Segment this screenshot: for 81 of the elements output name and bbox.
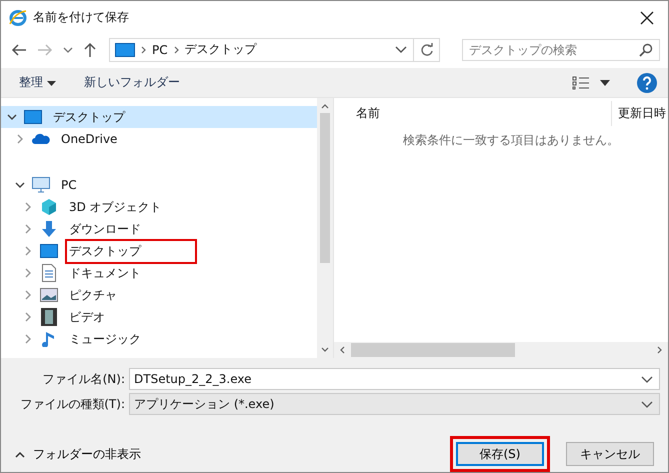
column-header[interactable]: 更新日時 [611, 100, 668, 126]
cloud-icon [32, 133, 50, 146]
dialog-button[interactable]: 保存(S) [456, 442, 544, 466]
tree-item[interactable]: デスクトップ [1, 240, 317, 262]
close-icon[interactable] [640, 10, 654, 25]
search-field[interactable]: デスクトップの検索 [462, 38, 660, 61]
vertical-scrollbar[interactable] [317, 98, 333, 358]
chevron-right-icon[interactable] [23, 312, 33, 322]
cube-icon [40, 198, 58, 216]
scroll-left-icon[interactable] [340, 346, 345, 354]
back-arrow-icon[interactable] [11, 42, 27, 57]
refresh-icon[interactable] [420, 42, 434, 57]
tree-item[interactable]: ダウンロード [1, 218, 317, 240]
horizontal-scrollbar[interactable] [334, 342, 668, 358]
document-icon [42, 264, 56, 282]
field-label: ファイル名(N): [42, 370, 125, 388]
down-arrow-icon [41, 220, 57, 238]
tree-item[interactable]: ピクチャ [1, 284, 317, 306]
tree-item-label: ビデオ [68, 308, 106, 326]
field-label: ファイルの種類(T): [19, 396, 125, 412]
tree-item-label: ダウンロード [68, 220, 142, 238]
tree-item-label: 3D オブジェクト [68, 198, 163, 216]
hide-folders-button[interactable]: フォルダーの非表示 [9, 442, 147, 466]
caret-icon [46, 81, 56, 86]
monitor-icon [115, 42, 135, 57]
chevron-right-icon[interactable] [23, 202, 33, 212]
dialog-button[interactable]: キャンセル [566, 442, 654, 466]
chevron-right-icon[interactable] [15, 134, 25, 144]
picture-icon [40, 288, 58, 302]
address-bar[interactable]: PC デスクトップ [109, 38, 440, 62]
breadcrumb-item[interactable]: デスクトップ [184, 41, 257, 58]
chevron-right-icon[interactable] [23, 334, 33, 344]
tree-item[interactable]: デスクトップ [1, 106, 317, 128]
search-icon [639, 42, 653, 57]
breadcrumb-item[interactable]: PC [152, 42, 168, 57]
chevron-down-icon[interactable] [15, 180, 25, 190]
tree-item[interactable]: ドキュメント [1, 262, 317, 284]
empty-message: 検索条件に一致する項目はありません。 [402, 132, 620, 150]
tree-item-label: デスクトップ [52, 108, 126, 126]
chevron-right-icon[interactable] [23, 246, 33, 256]
computer-icon [32, 177, 50, 194]
tree-item-label: ミュージック [68, 330, 142, 348]
chevron-down-icon[interactable] [641, 376, 653, 382]
chevron-down-icon[interactable] [7, 112, 17, 122]
tree-item[interactable]: PC [1, 174, 317, 196]
chevron-up-icon [15, 450, 25, 458]
scroll-up-icon[interactable] [321, 104, 329, 110]
filename-combo-box[interactable]: DTSetup_2_2_3.exe [129, 368, 660, 390]
tree-item[interactable]: OneDrive [1, 128, 317, 150]
chevron-down-icon [641, 400, 653, 408]
tree-item-label: デスクトップ [65, 238, 197, 264]
file-type-dropdown[interactable]: アプリケーション (*.exe) [129, 393, 660, 415]
tree-item-label: ドキュメント [68, 264, 142, 282]
chevron-right-icon[interactable] [23, 268, 33, 278]
chevron-down-icon[interactable] [395, 46, 407, 54]
film-icon [41, 308, 57, 326]
up-arrow-icon[interactable] [83, 42, 97, 58]
caret-icon[interactable] [600, 80, 610, 86]
view-options-icon[interactable] [572, 76, 590, 90]
tree-item-label: PC [60, 177, 78, 194]
chevron-right-icon[interactable] [23, 224, 33, 234]
tree-item-label: OneDrive [60, 131, 118, 148]
tree-item[interactable]: 3D オブジェクト [1, 196, 317, 218]
window-title: 名前を付けて保存 [33, 9, 129, 26]
scroll-right-icon[interactable] [657, 346, 662, 354]
new-folder-button[interactable]: 新しいフォルダー [78, 72, 186, 94]
chevron-right-icon [174, 46, 179, 54]
tree-item[interactable]: ビデオ [1, 306, 317, 328]
tree-item[interactable]: ミュージック [1, 328, 317, 350]
scroll-down-icon[interactable] [321, 347, 329, 352]
browser-logo-icon [9, 8, 27, 27]
help-icon[interactable] [636, 72, 658, 94]
tree-item-label: ピクチャ [68, 286, 118, 304]
chevron-down-icon[interactable] [63, 46, 73, 53]
organize-menu-button[interactable]: 整理 [13, 72, 62, 94]
music-note-icon [42, 331, 56, 348]
chevron-right-icon[interactable] [23, 290, 33, 300]
desktop-icon [24, 110, 42, 124]
column-header[interactable]: 名前 [334, 104, 611, 122]
desktop-icon [40, 244, 58, 258]
chevron-right-icon [141, 46, 146, 54]
